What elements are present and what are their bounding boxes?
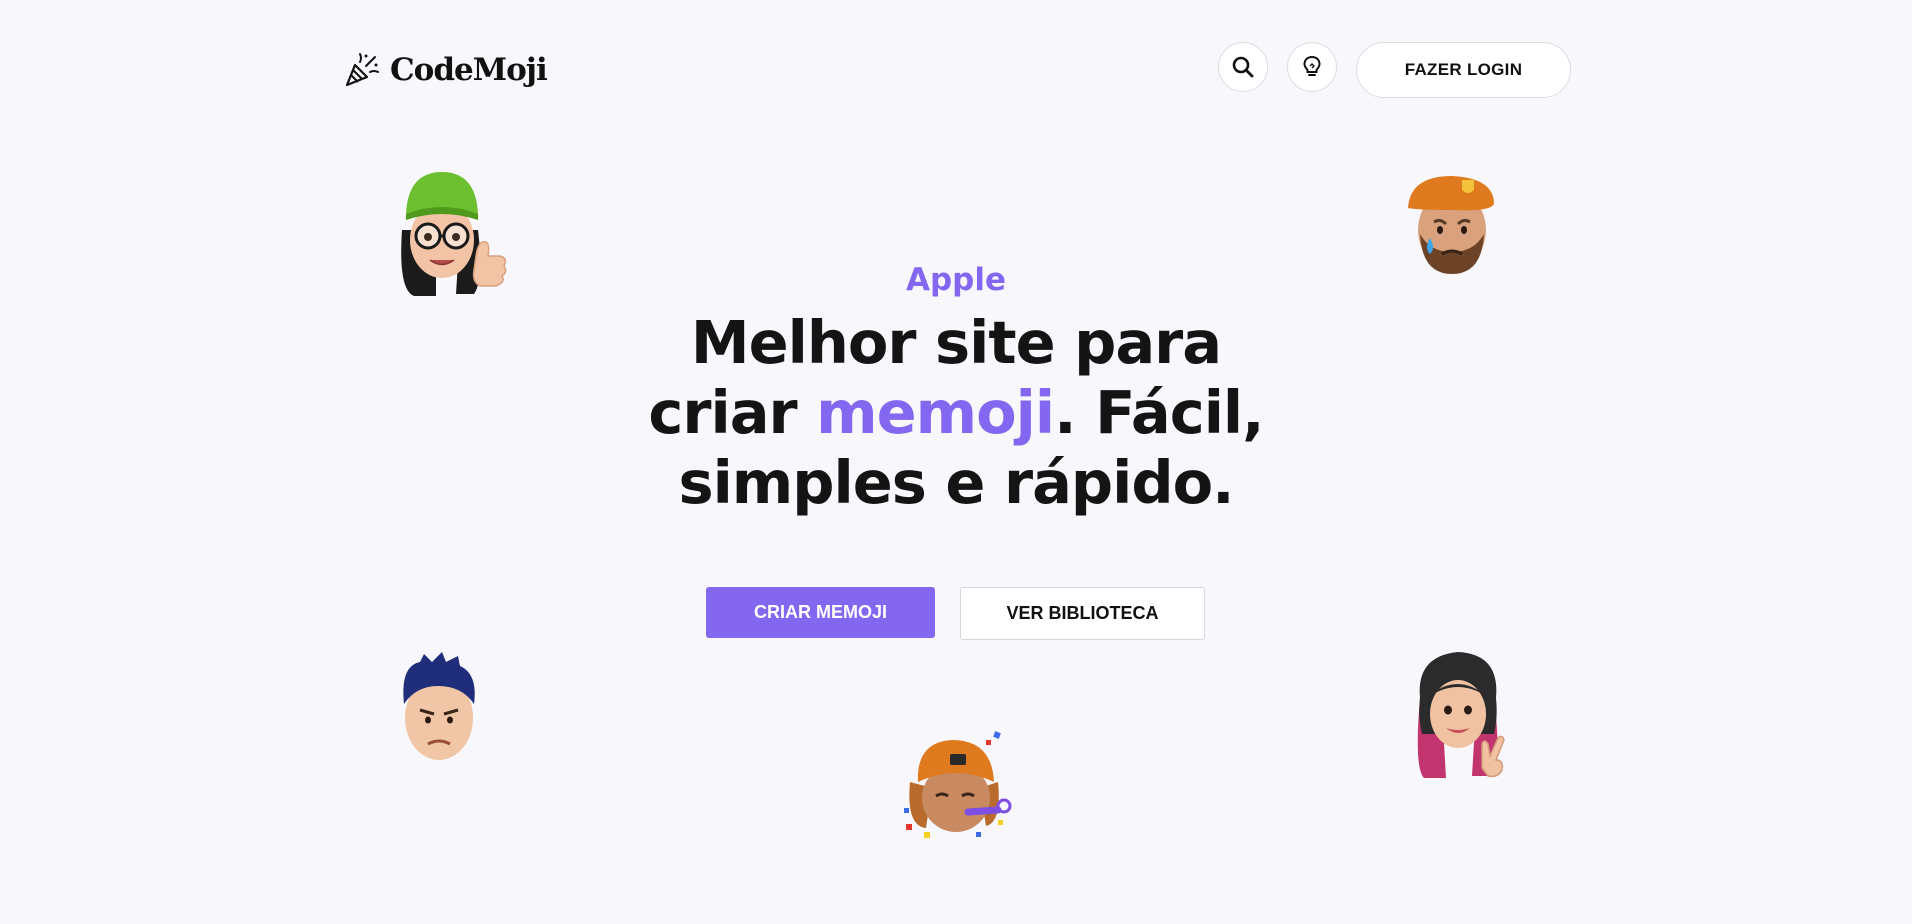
cta-row: CRIAR MEMOJI VER BIBLIOTECA bbox=[706, 587, 1205, 640]
memoji-blue-hair-serious bbox=[403, 652, 475, 760]
hero-section: Apple Melhor site para criar memoji. Fác… bbox=[556, 262, 1356, 518]
login-button[interactable]: FAZER LOGIN bbox=[1356, 42, 1571, 98]
site-header: CodeMoji FAZER LOGIN bbox=[344, 42, 1571, 100]
logo[interactable]: CodeMoji bbox=[344, 50, 548, 90]
page: CodeMoji FAZER LOGIN Apple Melhor site p… bbox=[0, 0, 1912, 924]
headline-line-2-prefix: criar bbox=[648, 378, 817, 447]
headline-accent: memoji bbox=[816, 378, 1055, 447]
logo-text: CodeMoji bbox=[390, 52, 548, 88]
memoji-green-beanie-thumbs-up bbox=[401, 172, 507, 296]
hero-eyebrow: Apple bbox=[905, 262, 1007, 298]
headline-line-2-suffix: . Fácil, bbox=[1054, 378, 1264, 447]
headline-line-1: Melhor site para bbox=[690, 308, 1222, 377]
view-library-button[interactable]: VER BIBLIOTECA bbox=[960, 587, 1205, 640]
search-button[interactable] bbox=[1218, 42, 1268, 92]
create-memoji-button[interactable]: CRIAR MEMOJI bbox=[706, 587, 935, 638]
hero-headline: Melhor site para criar memoji. Fácil, si… bbox=[556, 308, 1356, 518]
memoji-orange-cap-party bbox=[904, 731, 1012, 838]
party-popper-icon bbox=[345, 53, 379, 87]
headline-line-3: simples e rápido. bbox=[678, 448, 1234, 517]
lightbulb-icon bbox=[1303, 55, 1321, 76]
memoji-orange-beret-crying bbox=[1408, 176, 1494, 274]
ideas-button[interactable] bbox=[1287, 42, 1337, 92]
search-icon bbox=[1232, 56, 1254, 78]
memoji-dark-hair-peace-sign bbox=[1417, 652, 1505, 778]
